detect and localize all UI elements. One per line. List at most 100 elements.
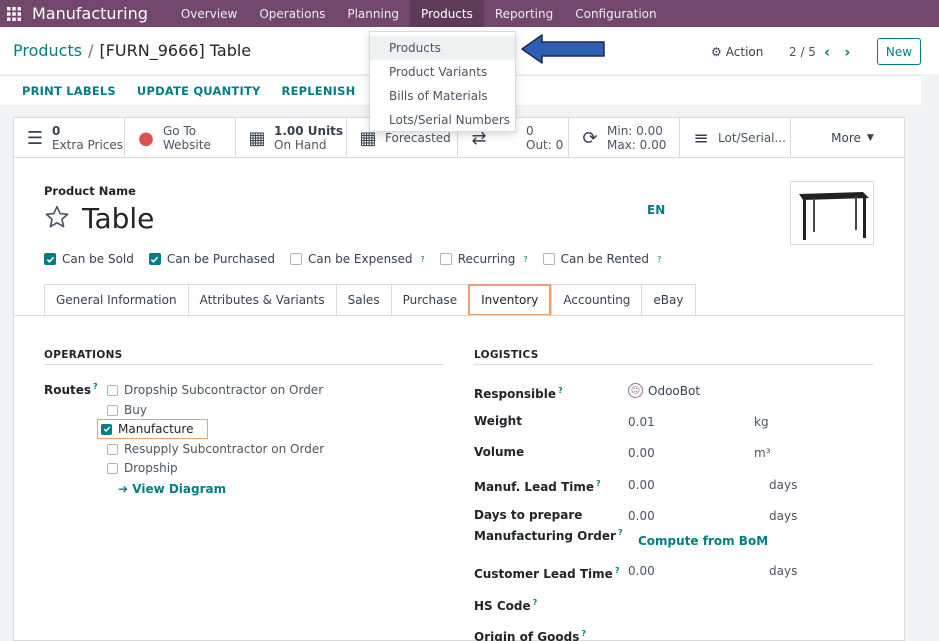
checkbox-empty[interactable] — [107, 404, 118, 416]
lot-serial-label: Lot/Serial... — [718, 131, 786, 145]
route-resupply-subcontractor[interactable]: Resupply Subcontractor on Order — [107, 442, 324, 456]
tab-accounting[interactable]: Accounting — [551, 284, 642, 316]
route-dropship[interactable]: Dropship — [107, 461, 178, 475]
product-name-field[interactable]: Table — [82, 202, 154, 235]
menu-item-product-variants[interactable]: Product Variants — [370, 60, 515, 84]
action-button[interactable]: ⚙ Action — [711, 45, 763, 59]
weight-field[interactable]: 0.01 — [628, 415, 655, 429]
days-prepare-line1: Days to prepare — [474, 508, 583, 522]
can-be-sold-checkbox[interactable]: Can be Sold — [44, 252, 134, 266]
smart-button-lot-serial[interactable]: ≡ Lot/Serial... — [680, 118, 791, 158]
nav-products[interactable]: Products — [410, 0, 484, 27]
tab-general-information[interactable]: General Information — [44, 284, 188, 316]
tab-attributes-variants[interactable]: Attributes & Variants — [187, 284, 336, 316]
tab-sales[interactable]: Sales — [335, 284, 391, 316]
manuf-lead-unit: days — [769, 478, 798, 492]
pager-nav: ‹ › — [824, 43, 850, 61]
tab-purchase[interactable]: Purchase — [390, 284, 469, 316]
nav-operations[interactable]: Operations — [248, 0, 336, 27]
days-prepare-field[interactable]: 0.00 — [628, 509, 655, 523]
checkbox-empty[interactable] — [107, 462, 118, 474]
help-tooltip-icon[interactable]: ? — [618, 528, 623, 537]
app-brand[interactable]: Manufacturing — [32, 4, 148, 23]
responsible-field[interactable]: ☺ OdooBot — [628, 383, 700, 398]
route-buy[interactable]: Buy — [107, 403, 147, 417]
new-button[interactable]: New — [877, 38, 921, 65]
can-be-sold-label: Can be Sold — [62, 252, 134, 266]
menu-item-lots-serial-numbers[interactable]: Lots/Serial Numbers — [370, 108, 515, 132]
on-hand-value: 1.00 Units — [274, 124, 344, 138]
language-button[interactable]: EN — [647, 203, 665, 217]
checkbox-empty[interactable] — [542, 253, 555, 265]
compute-from-bom-button[interactable]: Compute from BoM — [638, 534, 768, 548]
help-tooltip-icon[interactable]: ? — [615, 566, 620, 575]
replenish-button[interactable]: REPLENISH — [282, 84, 356, 98]
can-be-rented-checkbox[interactable]: Can be Rented? — [542, 252, 661, 266]
product-flags: Can be Sold Can be Purchased Can be Expe… — [44, 252, 661, 266]
action-label: Action — [725, 45, 764, 59]
nav-planning[interactable]: Planning — [336, 0, 410, 27]
avatar: ☺ — [628, 383, 643, 398]
can-be-purchased-checkbox[interactable]: Can be Purchased — [148, 252, 275, 266]
smart-button-extra-prices[interactable]: ☰ 0 Extra Prices — [14, 118, 125, 158]
customer-lead-field[interactable]: 0.00 — [628, 564, 655, 578]
checkbox-empty[interactable] — [439, 253, 452, 265]
tab-inventory[interactable]: Inventory — [468, 284, 552, 316]
pager-value[interactable]: 2 / 5 — [789, 45, 816, 59]
nav-configuration[interactable]: Configuration — [564, 0, 667, 27]
help-tooltip-icon[interactable]: ? — [93, 382, 98, 391]
routes-label-text: Routes — [44, 383, 92, 397]
route-label: Manufacture — [118, 422, 194, 436]
help-tooltip-icon[interactable]: ? — [420, 255, 424, 264]
menu-item-products[interactable]: Products — [370, 36, 515, 60]
checkbox-empty[interactable] — [107, 384, 118, 396]
check-icon[interactable] — [101, 423, 112, 435]
help-tooltip-icon[interactable]: ? — [581, 629, 586, 638]
menu-item-bills-of-materials[interactable]: Bills of Materials — [370, 84, 515, 108]
chevron-right-icon[interactable]: › — [844, 43, 850, 61]
route-label: Dropship — [124, 461, 178, 475]
checkbox-empty[interactable] — [289, 253, 302, 265]
chevron-left-icon[interactable]: ‹ — [824, 43, 830, 61]
extra-prices-label: Extra Prices — [52, 138, 124, 152]
help-tooltip-icon[interactable]: ? — [558, 386, 563, 395]
star-favorite-icon[interactable] — [44, 204, 70, 234]
caret-down-icon: ▼ — [866, 133, 874, 143]
view-diagram-link[interactable]: ➔ View Diagram — [118, 482, 226, 496]
route-manufacture[interactable]: Manufacture — [97, 419, 209, 439]
product-image[interactable] — [790, 181, 874, 245]
nav-reporting[interactable]: Reporting — [484, 0, 564, 27]
apps-grid-icon[interactable] — [0, 0, 28, 27]
smart-button-min-max[interactable]: ⟳ Min: 0.00 Max: 0.00 — [569, 118, 680, 158]
responsible-label: Responsible? — [474, 382, 563, 403]
print-labels-button[interactable]: PRINT LABELS — [22, 84, 116, 98]
manuf-lead-field[interactable]: 0.00 — [628, 478, 655, 492]
recurring-checkbox[interactable]: Recurring? — [439, 252, 528, 266]
customer-lead-label-text: Customer Lead Time — [474, 567, 613, 581]
responsible-value: OdooBot — [648, 383, 701, 398]
update-quantity-button[interactable]: UPDATE QUANTITY — [137, 84, 261, 98]
help-tooltip-icon[interactable]: ? — [657, 255, 661, 264]
volume-unit: m³ — [754, 446, 771, 460]
breadcrumb-products-link[interactable]: Products — [13, 41, 82, 60]
check-icon[interactable] — [148, 253, 161, 265]
volume-field[interactable]: 0.00 — [628, 446, 655, 460]
nav-overview[interactable]: Overview — [170, 0, 249, 27]
check-icon[interactable] — [44, 253, 56, 265]
more-button[interactable]: More ▼ — [791, 118, 904, 158]
help-tooltip-icon[interactable]: ? — [533, 598, 538, 607]
form-sheet: ☰ 0 Extra Prices ● Go To Website ▦ 1.00 Un… — [13, 117, 905, 641]
help-tooltip-icon[interactable]: ? — [523, 255, 527, 264]
smart-button-on-hand[interactable]: ▦ 1.00 Units On Hand — [236, 118, 347, 158]
route-dropship-subcontractor[interactable]: Dropship Subcontractor on Order — [107, 383, 323, 397]
bars-icon: ≡ — [693, 127, 709, 149]
hs-code-label: HS Code? — [474, 594, 537, 615]
help-tooltip-icon[interactable]: ? — [596, 479, 601, 488]
tab-ebay[interactable]: eBay — [641, 284, 696, 316]
can-be-rented-label: Can be Rented — [560, 252, 650, 266]
smart-button-website[interactable]: ● Go To Website — [125, 118, 236, 158]
checkbox-empty[interactable] — [107, 443, 118, 455]
logistics-title: LOGISTICS — [474, 349, 539, 361]
days-prepare-line2: Manufacturing Order — [474, 529, 616, 543]
can-be-expensed-checkbox[interactable]: Can be Expensed? — [289, 252, 425, 266]
